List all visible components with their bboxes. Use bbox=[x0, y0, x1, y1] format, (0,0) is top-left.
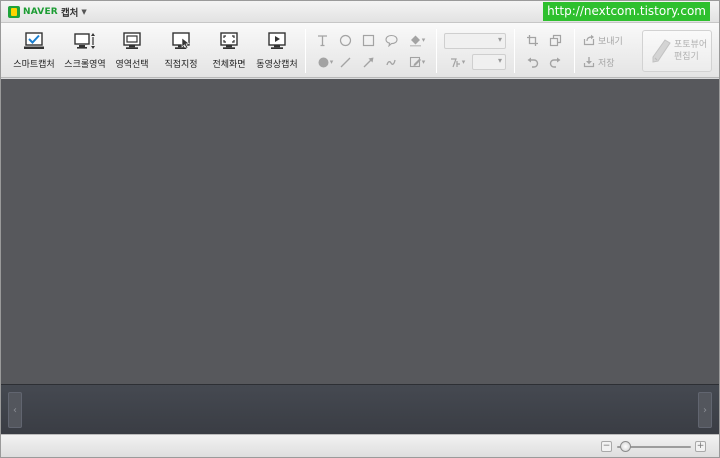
video-capture-button[interactable]: 동영상캡처 bbox=[252, 30, 302, 72]
video-capture-icon bbox=[268, 32, 286, 49]
crop-button[interactable] bbox=[523, 31, 541, 49]
text-tool-icon bbox=[317, 34, 327, 46]
thumbnail-prev-button[interactable]: ‹ bbox=[8, 392, 22, 428]
manual-select-label: 직접지정 bbox=[164, 60, 198, 70]
speech-bubble-tool-button[interactable] bbox=[382, 31, 400, 49]
chevron-down-icon: ▾ bbox=[461, 58, 466, 66]
send-label: 보내기 bbox=[598, 36, 623, 47]
speech-bubble-icon bbox=[384, 34, 398, 47]
fill-color-button[interactable]: ▾ bbox=[405, 31, 429, 49]
save-button[interactable]: 저장 bbox=[583, 54, 615, 70]
toolbar-divider bbox=[574, 29, 575, 73]
blog-watermark: http://nextcom.tistory.com bbox=[543, 2, 710, 21]
pen-color-icon bbox=[409, 56, 421, 67]
fullscreen-label: 전체화면 bbox=[212, 60, 246, 70]
toolbar-divider bbox=[514, 29, 515, 73]
download-icon bbox=[583, 57, 595, 68]
naver-capture-window: NAVER 캡처 ▼ http://nextcom.tistory.com 스마… bbox=[0, 0, 720, 458]
line-icon bbox=[340, 57, 350, 67]
scroll-area-button[interactable]: 스크롤영역 bbox=[60, 30, 110, 72]
capture-canvas[interactable] bbox=[1, 79, 719, 384]
chevron-down-icon: ▼ bbox=[81, 8, 87, 16]
font-style-icon bbox=[450, 57, 460, 67]
fullscreen-button[interactable]: 전체화면 bbox=[204, 30, 254, 72]
naver-logo-icon bbox=[8, 6, 20, 18]
line-tool-button[interactable] bbox=[336, 53, 354, 71]
text-tool-button[interactable] bbox=[313, 31, 331, 49]
pencil-icon bbox=[652, 39, 671, 63]
crop-icon bbox=[526, 34, 538, 46]
chevron-right-icon: › bbox=[703, 404, 707, 416]
resize-icon bbox=[549, 34, 561, 46]
toolbar-divider bbox=[305, 29, 306, 73]
area-select-icon bbox=[123, 32, 141, 49]
scroll-area-label: 스크롤영역 bbox=[64, 60, 106, 70]
fullscreen-icon bbox=[220, 32, 238, 49]
chevron-down-icon: ▾ bbox=[421, 58, 426, 66]
stroke-width-button[interactable]: ▾ bbox=[313, 53, 337, 71]
manual-select-button[interactable]: 직접지정 bbox=[156, 30, 206, 72]
scroll-area-icon bbox=[74, 33, 95, 49]
zoom-in-button[interactable]: + bbox=[695, 441, 706, 452]
undo-button[interactable] bbox=[523, 53, 541, 71]
status-bar: − + bbox=[1, 434, 719, 457]
rectangle-icon bbox=[362, 34, 374, 46]
filled-circle-icon bbox=[318, 57, 329, 67]
arrow-icon bbox=[363, 57, 373, 67]
circle-icon bbox=[339, 34, 351, 46]
undo-icon bbox=[527, 57, 538, 68]
brand-name: NAVER bbox=[23, 7, 58, 17]
freehand-icon bbox=[385, 59, 396, 65]
thumbnail-next-button[interactable]: › bbox=[698, 392, 712, 428]
title-bar: NAVER 캡처 ▼ http://nextcom.tistory.com bbox=[1, 1, 719, 23]
resize-button[interactable] bbox=[546, 31, 564, 49]
app-menu-button[interactable]: NAVER 캡처 ▼ bbox=[8, 4, 87, 20]
redo-icon bbox=[549, 57, 560, 68]
font-family-select[interactable] bbox=[444, 33, 506, 49]
line-color-button[interactable]: ▾ bbox=[405, 53, 429, 71]
smart-capture-label: 스마트캡처 bbox=[13, 60, 55, 70]
freehand-tool-button[interactable] bbox=[382, 53, 400, 71]
redo-button[interactable] bbox=[546, 53, 564, 71]
chevron-down-icon: ▾ bbox=[421, 36, 426, 44]
toolbar-divider bbox=[436, 29, 437, 73]
zoom-slider-thumb[interactable] bbox=[620, 441, 632, 452]
photo-viewer-editor-label: 포토뷰어 편집기 bbox=[674, 40, 708, 62]
app-name: 캡처 bbox=[60, 8, 79, 19]
area-select-button[interactable]: 영역선택 bbox=[107, 30, 157, 72]
send-button[interactable]: 보내기 bbox=[583, 32, 623, 48]
paint-bucket-icon bbox=[409, 35, 421, 46]
smart-capture-icon bbox=[24, 32, 44, 49]
share-icon bbox=[583, 34, 595, 46]
manual-select-icon bbox=[172, 32, 190, 49]
rectangle-tool-button[interactable] bbox=[359, 31, 377, 49]
font-size-select[interactable] bbox=[472, 54, 506, 70]
video-capture-label: 동영상캡처 bbox=[256, 60, 298, 70]
area-select-label: 영역선택 bbox=[115, 60, 149, 70]
chevron-left-icon: ‹ bbox=[13, 404, 17, 416]
photo-viewer-editor-button[interactable]: 포토뷰어 편집기 bbox=[642, 30, 712, 72]
save-label: 저장 bbox=[598, 58, 615, 69]
font-style-button[interactable]: ▾ bbox=[445, 53, 469, 71]
ellipse-tool-button[interactable] bbox=[336, 31, 354, 49]
zoom-out-button[interactable]: − bbox=[601, 441, 612, 452]
arrow-tool-button[interactable] bbox=[359, 53, 377, 71]
thumbnail-strip: ‹ › bbox=[1, 384, 719, 434]
toolbar: 스마트캡처 스크롤영역 영역선택 직접지정 전체화면 동영상캡처 ▾ ▾ ▾ ▾… bbox=[1, 23, 719, 78]
chevron-down-icon: ▾ bbox=[329, 58, 334, 66]
smart-capture-button[interactable]: 스마트캡처 bbox=[9, 30, 59, 72]
